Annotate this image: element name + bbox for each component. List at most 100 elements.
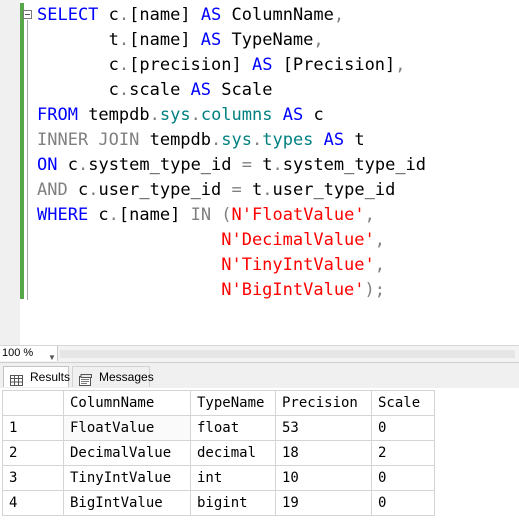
code-token: c: [37, 55, 119, 75]
query-editor[interactable]: SELECT c.[name] AS ColumnName, t.[name] …: [0, 0, 519, 345]
code-token: c: [98, 205, 109, 225]
code-token: t: [37, 30, 119, 50]
code-token: sys: [159, 105, 191, 125]
row-number[interactable]: 4: [2, 490, 64, 516]
table-row[interactable]: 4 BigIntValue bigint 19 0: [2, 490, 435, 516]
code-token: .: [88, 180, 99, 200]
grid-cell[interactable]: bigint: [190, 490, 276, 516]
code-line[interactable]: N'TinyIntValue',: [37, 253, 426, 278]
column-header[interactable]: Precision: [275, 390, 372, 416]
code-token: scale: [129, 80, 191, 100]
code-token: c: [108, 5, 119, 25]
code-token: =: [241, 155, 263, 175]
code-line[interactable]: SELECT c.[name] AS ColumnName,: [37, 3, 426, 28]
zoom-dropdown[interactable]: 100 % ▼: [0, 346, 58, 362]
grid-cell[interactable]: int: [190, 465, 276, 491]
code-token: N'BigIntValue': [221, 280, 365, 300]
zoom-level: 100 %: [2, 347, 34, 359]
code-token: c: [37, 80, 119, 100]
code-line[interactable]: INNER JOIN tempdb.sys.types AS t: [37, 128, 426, 153]
code-token: .: [262, 180, 273, 200]
code-line[interactable]: N'DecimalValue',: [37, 228, 426, 253]
grid-cell[interactable]: 0: [371, 415, 435, 441]
grid-cell[interactable]: BigIntValue: [63, 490, 191, 516]
code-token: ,: [333, 5, 345, 25]
grid-cell[interactable]: float: [190, 415, 276, 441]
collapse-icon[interactable]: [23, 10, 32, 19]
results-tabs: Results Messages: [0, 362, 519, 388]
code-token: N'FloatValue': [231, 205, 365, 225]
code-token: AS: [323, 130, 355, 150]
code-token: N'DecimalValue': [221, 230, 375, 250]
code-token: system_type_id: [88, 155, 242, 175]
column-header[interactable]: Scale: [371, 390, 435, 416]
code-line[interactable]: AND c.user_type_id = t.user_type_id: [37, 178, 426, 203]
code-token: tempdb: [88, 105, 150, 125]
grid-cell[interactable]: 53: [275, 415, 372, 441]
results-grid[interactable]: ColumnName TypeName Precision Scale 1 Fl…: [2, 390, 435, 516]
code-token: c: [77, 180, 89, 200]
results-grid-area: ColumnName TypeName Precision Scale 1 Fl…: [0, 388, 519, 527]
editor-margin: [0, 0, 20, 345]
grid-cell[interactable]: DecimalValue: [63, 440, 191, 466]
code-token: user_type_id: [272, 180, 396, 200]
change-tracking-margin: [20, 0, 26, 345]
code-line[interactable]: N'BigIntValue');: [37, 278, 426, 303]
code-token: AS: [200, 5, 232, 25]
code-token: (: [221, 205, 232, 225]
grid-cell[interactable]: 2: [371, 440, 435, 466]
code-token: [name]: [118, 205, 191, 225]
code-token: ,: [364, 205, 375, 225]
grid-header-row: ColumnName TypeName Precision Scale: [2, 390, 435, 416]
code-token: .: [190, 105, 201, 125]
grid-cell[interactable]: TinyIntValue: [63, 465, 191, 491]
row-number[interactable]: 2: [2, 440, 64, 466]
code-token: .: [118, 55, 130, 75]
grid-cell[interactable]: 0: [371, 490, 435, 516]
code-token: WHERE: [37, 205, 99, 225]
code-token: ,: [395, 55, 406, 75]
row-number[interactable]: 3: [2, 465, 64, 491]
column-header[interactable]: ColumnName: [63, 390, 191, 416]
code-token: ,: [374, 230, 386, 250]
code-token: .: [272, 155, 283, 175]
code-token: );: [364, 280, 386, 300]
table-row[interactable]: 2 DecimalValue decimal 18 2: [2, 440, 435, 466]
table-row[interactable]: 3 TinyIntValue int 10 0: [2, 465, 435, 491]
code-line[interactable]: FROM tempdb.sys.columns AS c: [37, 103, 426, 128]
table-row[interactable]: 1 FloatValue float 53 0: [2, 415, 435, 441]
code-line[interactable]: WHERE c.[name] IN (N'FloatValue',: [37, 203, 426, 228]
code-line[interactable]: c.[precision] AS [Precision],: [37, 53, 426, 78]
grid-cell[interactable]: 19: [275, 490, 372, 516]
code-token: .: [211, 130, 222, 150]
code-line[interactable]: t.[name] AS TypeName,: [37, 28, 426, 53]
code-token: ,: [374, 255, 386, 275]
horizontal-scrollbar[interactable]: [60, 350, 515, 358]
code-token: [Precision]: [282, 55, 396, 75]
code-token: ,: [313, 30, 324, 50]
grid-cell[interactable]: FloatValue: [63, 415, 191, 441]
code-line[interactable]: ON c.system_type_id = t.system_type_id: [37, 153, 426, 178]
tab-messages[interactable]: Messages: [72, 366, 154, 387]
outline-line: [27, 20, 28, 300]
code-token: FROM: [37, 105, 89, 125]
tab-results[interactable]: Results: [3, 366, 70, 387]
code-token: .: [118, 5, 130, 25]
grid-cell[interactable]: 10: [275, 465, 372, 491]
code-token: TypeName: [231, 30, 314, 50]
code-token: [precision]: [129, 55, 252, 75]
column-header[interactable]: TypeName: [190, 390, 276, 416]
grid-cell[interactable]: decimal: [190, 440, 276, 466]
row-number[interactable]: 1: [2, 415, 64, 441]
grid-cell[interactable]: 0: [371, 465, 435, 491]
row-number-header[interactable]: [2, 390, 64, 416]
code-token: ColumnName: [231, 5, 334, 25]
code-line[interactable]: c.scale AS Scale: [37, 78, 426, 103]
code-token: .: [251, 130, 263, 150]
code-token: =: [231, 180, 252, 200]
grid-cell[interactable]: 18: [275, 440, 372, 466]
code-token: [name]: [129, 30, 201, 50]
sql-code[interactable]: SELECT c.[name] AS ColumnName, t.[name] …: [37, 3, 426, 303]
code-token: AS: [282, 105, 314, 125]
